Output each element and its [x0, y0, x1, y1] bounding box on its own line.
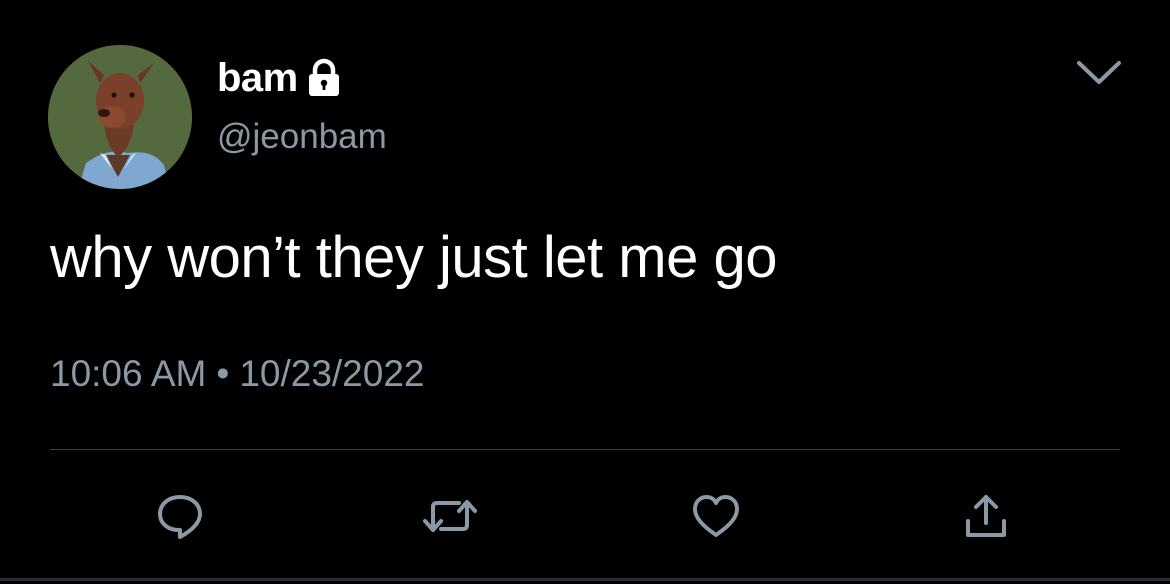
heart-icon [689, 491, 743, 541]
bottom-border [0, 578, 1170, 581]
chevron-down-icon[interactable] [1074, 55, 1124, 89]
share-upload-icon [959, 489, 1013, 543]
tweet-card: bam @jeonbam why won’t they just let me … [0, 0, 1170, 584]
tweet-meta: 10:06 AM • 10/23/2022 [50, 350, 425, 398]
divider [50, 449, 1120, 450]
display-name-row[interactable]: bam [217, 52, 342, 104]
handle[interactable]: @jeonbam [217, 114, 387, 160]
retweet-arrows-icon [421, 489, 479, 543]
display-name[interactable]: bam [217, 52, 298, 104]
like-button[interactable] [686, 486, 746, 546]
speech-bubble-icon [153, 489, 207, 543]
meta-separator: • [216, 353, 230, 394]
tweet-text: why won’t they just let me go [50, 225, 777, 290]
tweet-time[interactable]: 10:06 AM [50, 353, 206, 394]
tweet-date[interactable]: 10/23/2022 [239, 353, 424, 394]
avatar[interactable] [48, 45, 192, 189]
reply-button[interactable] [150, 486, 210, 546]
retweet-button[interactable] [420, 486, 480, 546]
dog-avatar-image [48, 45, 192, 189]
share-button[interactable] [956, 486, 1016, 546]
lock-icon [306, 58, 342, 98]
